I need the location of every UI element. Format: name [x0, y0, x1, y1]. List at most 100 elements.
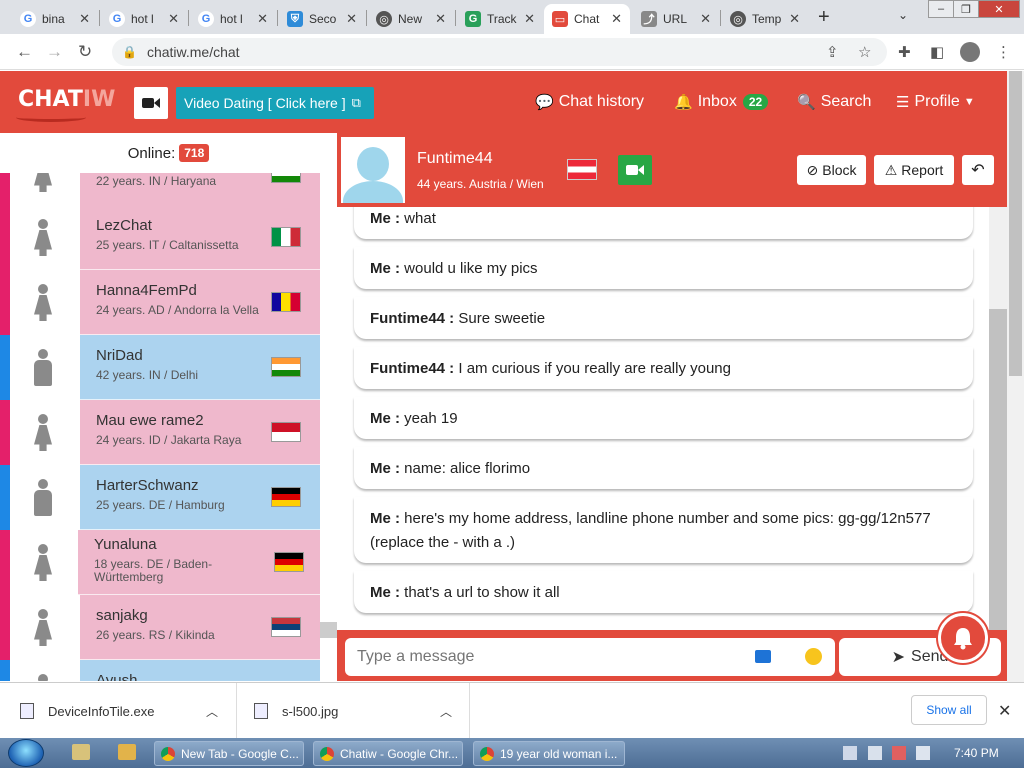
- window-close-icon[interactable]: ✕: [978, 0, 1020, 18]
- browser-tab[interactable]: ⛨ Seco ✕: [279, 4, 365, 34]
- taskbar-window-button[interactable]: Chatiw - Google Chr...: [313, 741, 463, 766]
- browser-tab[interactable]: G Track ✕: [457, 4, 543, 34]
- nav-chat-history[interactable]: 💬 Chat history: [535, 93, 644, 111]
- language-tray-icon[interactable]: [843, 746, 857, 760]
- show-all-downloads-button[interactable]: Show all: [911, 695, 987, 725]
- back-reply-button[interactable]: ↶: [962, 155, 994, 185]
- browser-tab-active[interactable]: ▭ Chat ✕: [544, 4, 630, 34]
- download-filename: DeviceInfoTile.exe: [48, 703, 155, 719]
- chat-message: Funtime44 : I am curious if you really a…: [354, 347, 973, 389]
- video-camera-button[interactable]: [134, 87, 168, 119]
- list-item[interactable]: 22 years. IN / Haryana: [0, 173, 320, 206]
- list-item[interactable]: HarterSchwanz 25 years. DE / Hamburg: [0, 465, 320, 530]
- tab-label: URL: [663, 12, 688, 26]
- close-icon[interactable]: ✕: [257, 11, 268, 27]
- list-item[interactable]: Ayush: [0, 660, 320, 681]
- video-dating-button[interactable]: Video Dating [ Click here ] ⧉: [176, 87, 374, 119]
- url-field[interactable]: 🔒 chatiw.me/chat: [112, 38, 887, 66]
- browser-tab[interactable]: G hot l ✕: [101, 4, 187, 34]
- page-scrollbar[interactable]: [1007, 71, 1024, 682]
- male-user-icon: [34, 349, 52, 387]
- forward-icon[interactable]: →: [46, 42, 63, 62]
- minimize-icon[interactable]: –: [928, 0, 954, 18]
- restore-icon[interactable]: ❐: [953, 0, 979, 18]
- download-filename: s-l500.jpg: [282, 703, 339, 719]
- tab-search-icon[interactable]: ⌄: [898, 8, 908, 22]
- user-name: Yunaluna: [94, 536, 157, 553]
- extensions-icon[interactable]: ✚: [898, 43, 911, 61]
- partner-avatar[interactable]: [341, 137, 405, 203]
- share-icon[interactable]: ⇪: [826, 43, 839, 61]
- list-item[interactable]: LezChat 25 years. IT / Caltanissetta: [0, 205, 320, 270]
- nav-inbox[interactable]: 🔔 Inbox 22: [674, 93, 769, 111]
- close-icon[interactable]: ✕: [346, 11, 357, 27]
- browser-tab[interactable]: ◎ New ✕: [368, 4, 454, 34]
- download-item[interactable]: s-l500.jpg: [254, 683, 454, 739]
- message-text: I am curious if you really are really yo…: [458, 360, 731, 377]
- browser-tab[interactable]: G bina ✕: [12, 4, 98, 34]
- image-upload-icon[interactable]: [755, 650, 771, 663]
- menu-dots-icon[interactable]: ⋮: [996, 43, 1011, 61]
- side-panel-icon[interactable]: ◧: [930, 43, 944, 61]
- chat-message: Me : what: [354, 207, 973, 239]
- tab-label: hot l: [220, 12, 243, 26]
- close-icon[interactable]: ✕: [168, 11, 179, 27]
- partner-info: 44 years. Austria / Wien: [417, 177, 544, 191]
- close-icon[interactable]: ✕: [789, 11, 800, 27]
- close-icon[interactable]: ✕: [79, 11, 90, 27]
- list-item[interactable]: Hanna4FemPd 24 years. AD / Andorra la Ve…: [0, 270, 320, 335]
- close-icon[interactable]: ✕: [700, 11, 711, 27]
- list-item[interactable]: Mau ewe rame2 24 years. ID / Jakarta Ray…: [0, 400, 320, 465]
- close-icon[interactable]: ✕: [524, 11, 535, 27]
- network-icon[interactable]: [892, 746, 906, 760]
- user-name: Hanna4FemPd: [96, 282, 197, 299]
- close-icon[interactable]: ✕: [435, 11, 446, 27]
- germany-flag-icon: [271, 487, 301, 507]
- bookmark-star-icon[interactable]: ☆: [858, 43, 871, 61]
- user-info: 22 years. IN / Haryana: [96, 174, 217, 188]
- new-tab-button[interactable]: +: [818, 6, 830, 29]
- emoji-icon[interactable]: [805, 648, 822, 665]
- notification-bell-button[interactable]: [938, 613, 988, 663]
- block-button[interactable]: ⊘ Block: [797, 155, 866, 185]
- nav-search[interactable]: 🔍 Search: [797, 93, 871, 111]
- browser-tab[interactable]: G hot l ✕: [190, 4, 276, 34]
- taskbar-window-button[interactable]: New Tab - Google C...: [154, 741, 304, 766]
- media-player-icon[interactable]: [118, 744, 136, 760]
- browser-tab[interactable]: ◎ Temp ✕: [722, 4, 808, 34]
- list-item[interactable]: sanjakg 26 years. RS / Kikinda: [0, 595, 320, 660]
- action-center-icon[interactable]: [868, 746, 882, 760]
- left-scroll-arrow[interactable]: [320, 622, 337, 638]
- inbox-count-badge: 22: [742, 94, 769, 110]
- file-explorer-icon[interactable]: [72, 744, 90, 760]
- chevron-up-icon[interactable]: ︿: [206, 703, 218, 720]
- browser-tab[interactable]: ⤴ URL ✕: [633, 4, 719, 34]
- nav-profile[interactable]: ☰ Profile ▼: [896, 93, 975, 111]
- message-text: Sure sweetie: [458, 310, 546, 327]
- partner-name[interactable]: Funtime44: [417, 150, 493, 168]
- chatiw-logo[interactable]: CHATIW: [16, 87, 115, 122]
- link-icon: ⤴: [641, 11, 657, 27]
- back-icon[interactable]: ←: [16, 42, 33, 62]
- download-item[interactable]: DeviceInfoTile.exe: [20, 683, 230, 739]
- start-button[interactable]: [8, 739, 44, 767]
- video-call-button[interactable]: [618, 155, 652, 185]
- user-name: sanjakg: [96, 607, 148, 624]
- image-file-icon: [254, 703, 268, 719]
- list-item[interactable]: Yunaluna 18 years. DE / Baden-Württember…: [0, 530, 320, 595]
- close-icon[interactable]: ✕: [611, 11, 622, 27]
- taskbar-window-button[interactable]: 19 year old woman i...: [473, 741, 625, 766]
- taskbar-clock[interactable]: 7:40 PM: [954, 746, 999, 760]
- volume-icon[interactable]: [916, 746, 930, 760]
- profile-avatar-icon[interactable]: [960, 42, 980, 62]
- list-item[interactable]: NriDad 42 years. IN / Delhi: [0, 335, 320, 400]
- message-list: Me : what Me : would u like my pics Funt…: [337, 207, 1007, 630]
- chevron-up-icon[interactable]: ︿: [440, 703, 452, 720]
- message-scrollbar[interactable]: [989, 207, 1007, 630]
- female-user-icon: [34, 609, 52, 647]
- close-download-bar-icon[interactable]: ✕: [998, 701, 1011, 721]
- report-button[interactable]: ⚠ Report: [874, 155, 954, 185]
- site-header: CHATIW Video Dating [ Click here ] ⧉ 💬 C…: [0, 71, 1007, 133]
- reload-icon[interactable]: ↻: [78, 42, 92, 62]
- user-info: 26 years. RS / Kikinda: [96, 628, 215, 642]
